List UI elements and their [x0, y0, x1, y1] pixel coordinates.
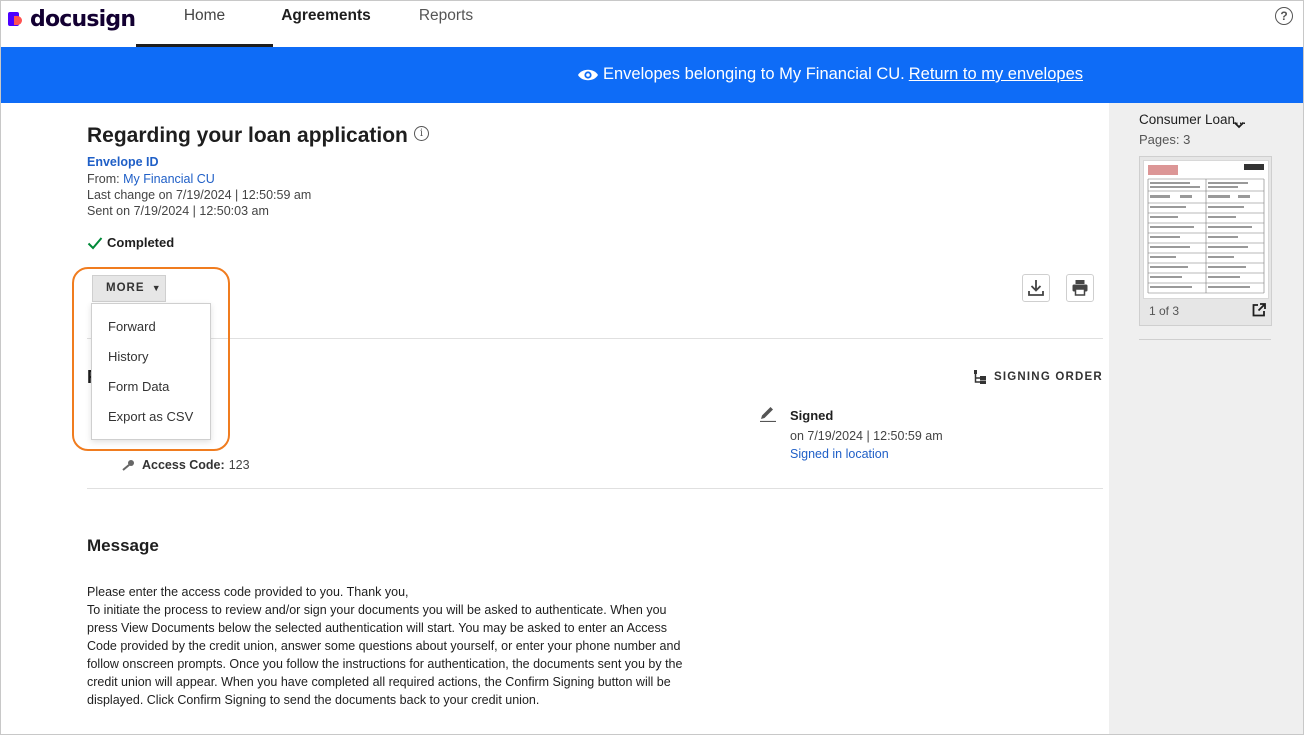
divider — [87, 488, 1103, 489]
tab-reports-label: Reports — [418, 7, 474, 24]
tab-home-label: Home — [183, 7, 226, 24]
access-code-label: Access Code: — [142, 458, 225, 472]
pen-icon — [760, 407, 776, 422]
envelope-id-link[interactable]: Envelope ID — [87, 155, 159, 169]
document-thumbnail-card[interactable]: 1 of 3 — [1139, 156, 1272, 326]
message-line: To initiate the process to review and/or… — [87, 603, 683, 707]
signing-order-label: SIGNING ORDER — [994, 371, 1103, 383]
page-count: Pages: 3 — [1139, 132, 1191, 147]
from-label: From: — [87, 172, 120, 186]
access-code-value: 123 — [228, 458, 250, 472]
app-window: docusign Home Agreements Reports ? Envel… — [0, 0, 1304, 735]
signed-date: on 7/19/2024 | 12:50:59 am — [790, 429, 943, 443]
signing-order-icon — [974, 370, 986, 384]
form-preview-image — [1147, 164, 1265, 294]
message-body: Please enter the access code provided to… — [87, 583, 693, 709]
divider — [1139, 339, 1271, 340]
eye-icon — [578, 69, 598, 80]
message-heading: Message — [87, 536, 159, 555]
signed-title: Signed — [790, 408, 834, 423]
info-icon[interactable]: i — [414, 126, 429, 141]
access-code: Access Code: 123 — [121, 458, 250, 472]
message-line: Please enter the access code provided to… — [87, 585, 409, 599]
divider — [87, 338, 1103, 339]
status-text: Completed — [107, 235, 175, 250]
print-icon — [1072, 280, 1088, 296]
top-nav: docusign Home Agreements Reports ? — [1, 1, 1303, 47]
last-change: Last change on 7/19/2024 | 12:50:59 am — [87, 188, 312, 202]
help-icon[interactable]: ? — [1275, 7, 1293, 25]
banner-text: Envelopes belonging to My Financial CU. — [603, 65, 905, 83]
checkmark-icon — [87, 236, 103, 249]
tab-agreements-label: Agreements — [281, 7, 371, 24]
print-button[interactable] — [1066, 274, 1094, 302]
document-title[interactable]: Consumer Loan... — [1139, 112, 1246, 127]
shared-envelopes-banner: Envelopes belonging to My Financial CU. … — [1, 47, 1303, 103]
download-icon — [1028, 280, 1044, 296]
signing-order-button[interactable]: SIGNING ORDER — [972, 369, 1103, 385]
document-thumbnail[interactable] — [1143, 160, 1269, 299]
document-panel: Consumer Loan... Pages: 3 1 of 3 — [1109, 103, 1303, 734]
from-sender-link[interactable]: My Financial CU — [123, 172, 215, 186]
open-external-icon[interactable] — [1251, 302, 1267, 318]
status-badge: Completed — [87, 235, 174, 250]
key-icon — [122, 460, 134, 471]
from-line: From: My Financial CU — [87, 172, 215, 186]
logo-text: docusign — [30, 6, 136, 32]
envelope-title: Regarding your loan application — [87, 124, 408, 147]
sent-date: Sent on 7/19/2024 | 12:50:03 am — [87, 204, 269, 218]
annotation-highlight — [72, 267, 230, 451]
docusign-logo-icon — [7, 9, 27, 29]
tab-reports[interactable]: Reports — [401, 1, 491, 47]
tab-home[interactable]: Home — [136, 1, 273, 47]
chevron-down-icon[interactable] — [1233, 121, 1245, 129]
docusign-logo[interactable]: docusign — [7, 6, 136, 32]
signed-location-link[interactable]: Signed in location — [790, 447, 889, 461]
return-to-my-envelopes-link[interactable]: Return to my envelopes — [909, 65, 1083, 84]
page-indicator: 1 of 3 — [1149, 304, 1180, 318]
tab-agreements[interactable]: Agreements — [273, 1, 379, 47]
download-button[interactable] — [1022, 274, 1050, 302]
